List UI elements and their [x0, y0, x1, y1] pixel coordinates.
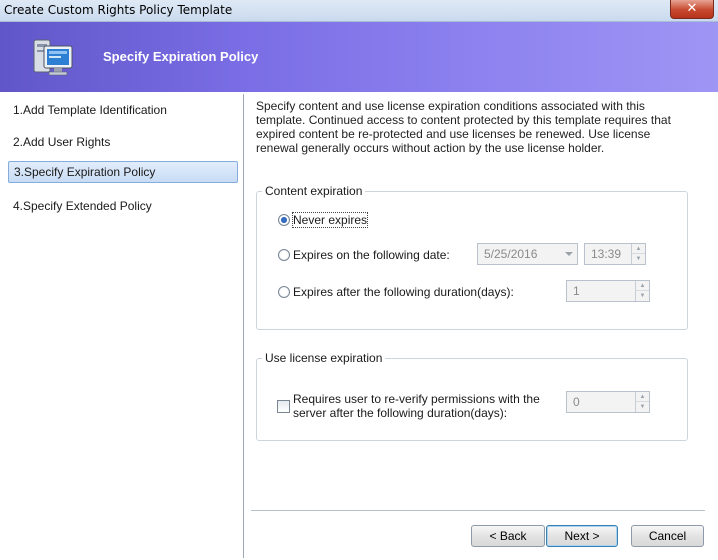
use-license-expiration-title: Use license expiration [262, 351, 386, 365]
never-expires-radio[interactable] [278, 214, 290, 226]
reverify-checkbox[interactable] [277, 400, 290, 413]
reverify-label-line2: server after the following duration(days… [293, 406, 508, 420]
reverify-days-value: 0 [573, 395, 580, 409]
spin-up-icon[interactable]: ▲ [636, 392, 649, 402]
expiration-date-picker[interactable]: 5/25/2016 [477, 243, 578, 265]
computer-policy-icon [33, 39, 73, 76]
duration-spinner[interactable]: ▲ ▼ [635, 281, 649, 301]
back-button[interactable]: < Back [471, 525, 545, 547]
close-icon: ✕ [686, 1, 698, 16]
nav-step-template-identification[interactable]: 1.Add Template Identification [8, 99, 238, 121]
description-text: Specify content and use license expirati… [256, 99, 671, 155]
next-button[interactable]: Next > [546, 525, 618, 547]
spin-down-icon[interactable]: ▼ [636, 402, 649, 412]
nav-step-extended-policy[interactable]: 4.Specify Extended Policy [8, 195, 238, 217]
wizard-steps-nav: 1.Add Template Identification 2.Add User… [4, 94, 242, 556]
cancel-button[interactable]: Cancel [631, 525, 704, 547]
vertical-divider [243, 94, 244, 558]
reverify-label[interactable]: Requires user to re-verify permissions w… [293, 392, 540, 420]
reverify-days-input[interactable]: 0 ▲ ▼ [566, 391, 650, 413]
title-bar: Create Custom Rights Policy Template ✕ [0, 0, 718, 22]
page-heading: Specify Expiration Policy [103, 49, 259, 64]
nav-step-expiration-policy[interactable]: 3.Specify Expiration Policy [8, 161, 238, 183]
duration-days-input[interactable]: 1 ▲ ▼ [566, 280, 650, 302]
expires-after-duration-label[interactable]: Expires after the following duration(day… [293, 285, 514, 299]
window-title: Create Custom Rights Policy Template [4, 3, 233, 17]
header-banner: Specify Expiration Policy [0, 22, 718, 92]
close-button[interactable]: ✕ [670, 0, 714, 19]
expires-on-date-radio[interactable] [278, 249, 290, 261]
spin-up-icon[interactable]: ▲ [632, 244, 645, 254]
spin-up-icon[interactable]: ▲ [636, 281, 649, 291]
never-expires-label[interactable]: Never expires [291, 212, 369, 228]
time-spinner[interactable]: ▲ ▼ [631, 244, 645, 264]
spin-down-icon[interactable]: ▼ [632, 254, 645, 264]
expiration-time-value: 13:39 [591, 247, 622, 261]
spin-down-icon[interactable]: ▼ [636, 291, 649, 301]
duration-days-value: 1 [573, 284, 580, 298]
nav-step-user-rights[interactable]: 2.Add User Rights [8, 131, 238, 153]
reverify-label-line1: Requires user to re-verify permissions w… [293, 392, 540, 406]
expiration-time-field[interactable]: 13:39 ▲ ▼ [584, 243, 646, 265]
reverify-spinner[interactable]: ▲ ▼ [635, 392, 649, 412]
chevron-down-icon [565, 252, 573, 256]
content-expiration-title: Content expiration [262, 184, 366, 198]
expires-on-date-label[interactable]: Expires on the following date: [293, 248, 450, 262]
expiration-date-value: 5/25/2016 [484, 247, 538, 261]
expires-after-duration-radio[interactable] [278, 286, 290, 298]
footer-divider [251, 510, 705, 511]
